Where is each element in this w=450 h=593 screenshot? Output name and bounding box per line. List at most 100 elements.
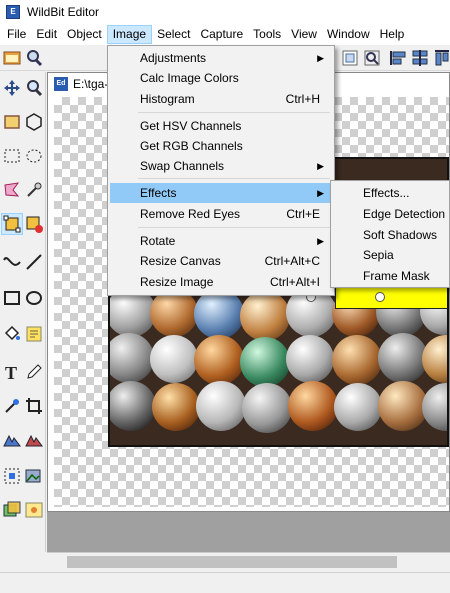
marble (240, 337, 290, 387)
marquee-rect-icon[interactable] (2, 146, 22, 166)
app-logo-icon: E (6, 5, 20, 19)
menu-bar: File Edit Object Image Select Capture To… (0, 24, 450, 45)
marble (422, 383, 447, 431)
svg-text:T: T (5, 363, 17, 382)
marble (240, 291, 290, 341)
marble (194, 289, 244, 339)
open-image-icon[interactable] (2, 48, 22, 68)
status-bar (0, 572, 450, 593)
menu-item-remove-red-eyes[interactable]: Remove Red Eyes Ctrl+E (110, 204, 332, 224)
eyedropper-icon[interactable] (2, 396, 22, 416)
submenu-arrow-icon: ▶ (317, 236, 324, 246)
marble (288, 381, 338, 431)
menu-image[interactable]: Image (106, 25, 153, 44)
clone-tool-icon[interactable] (2, 430, 22, 450)
move-tool-icon[interactable] (2, 78, 22, 98)
crop-tool-icon[interactable] (24, 396, 44, 416)
rect-select-icon[interactable] (2, 112, 22, 132)
curve-tool-icon[interactable] (2, 252, 22, 272)
align-center-icon[interactable] (410, 48, 430, 68)
marble (242, 383, 292, 433)
document-title: E:\tga- (73, 77, 109, 91)
zoom-icon[interactable] (24, 48, 44, 68)
magic-wand-icon[interactable] (24, 180, 44, 200)
submenu-arrow-icon: ▶ (317, 161, 324, 171)
image-menu-dropdown: Adjustments ▶ Calc Image Colors Histogra… (107, 45, 335, 296)
marble (196, 381, 246, 431)
crop-object-icon[interactable] (24, 214, 44, 234)
zoom-tool-icon[interactable] (24, 78, 44, 98)
menu-item-effects[interactable]: Effects ▶ (110, 183, 332, 203)
submenu-item-effects[interactable]: Effects... (333, 183, 447, 203)
layer-tool-icon[interactable] (2, 500, 22, 520)
marble (378, 333, 428, 383)
marble (150, 335, 198, 383)
marble (286, 335, 334, 383)
scrollbar-thumb[interactable] (67, 556, 397, 568)
menu-tools[interactable]: Tools (248, 25, 286, 44)
tool-palette: T (0, 72, 46, 552)
menu-separator (138, 112, 330, 113)
align-top-icon[interactable] (432, 48, 450, 68)
menu-object[interactable]: Object (62, 25, 107, 44)
capture-window-icon[interactable] (362, 48, 382, 68)
paint-bucket-icon[interactable] (2, 324, 22, 344)
effects-tool-icon[interactable] (24, 500, 44, 520)
marble (332, 335, 382, 385)
menu-separator (138, 178, 330, 179)
menu-item-resize-image[interactable]: Resize Image Ctrl+Alt+I (110, 272, 332, 292)
marble (110, 333, 154, 383)
submenu-item-edge-detection[interactable]: Edge Detection (333, 204, 447, 224)
select-object-icon[interactable] (1, 213, 23, 235)
submenu-item-frame-mask[interactable]: Frame Mask (333, 266, 447, 286)
wildbit-editor-window: E WildBit Editor File Edit Object Image … (0, 0, 450, 593)
marquee-ellipse-icon[interactable] (24, 146, 44, 166)
menu-item-adjustments[interactable]: Adjustments ▶ (110, 48, 332, 68)
submenu-item-soft-shadows[interactable]: Soft Shadows (333, 225, 447, 245)
screen-capture-icon[interactable] (2, 466, 22, 486)
menu-separator (138, 227, 330, 228)
horizontal-scrollbar[interactable] (47, 552, 450, 570)
menu-item-swap-channels[interactable]: Swap Channels ▶ (110, 156, 332, 176)
submenu-item-sepia[interactable]: Sepia (333, 245, 447, 265)
marble (150, 289, 198, 337)
lasso-icon[interactable] (2, 180, 22, 200)
menu-item-get-hsv-channels[interactable]: Get HSV Channels (110, 116, 332, 136)
marble (334, 383, 382, 431)
menu-file[interactable]: File (2, 25, 31, 44)
smudge-tool-icon[interactable] (24, 430, 44, 450)
menu-capture[interactable]: Capture (195, 25, 248, 44)
note-tool-icon[interactable] (24, 324, 44, 344)
ellipse-tool-icon[interactable] (24, 288, 44, 308)
menu-item-histogram[interactable]: Histogram Ctrl+H (110, 89, 332, 109)
capture-region-icon[interactable] (340, 48, 360, 68)
menu-item-calc-image-colors[interactable]: Calc Image Colors (110, 68, 332, 88)
pencil-tool-icon[interactable] (24, 362, 44, 382)
menu-edit[interactable]: Edit (31, 25, 62, 44)
menu-view[interactable]: View (286, 25, 322, 44)
polygon-icon[interactable] (24, 112, 44, 132)
marble (378, 381, 428, 431)
marble (194, 335, 244, 385)
menu-item-rotate[interactable]: Rotate ▶ (110, 231, 332, 251)
title-bar: E WildBit Editor (0, 0, 450, 24)
align-left-icon[interactable] (388, 48, 408, 68)
menu-window[interactable]: Window (322, 25, 375, 44)
effects-submenu: Effects... Edge Detection Soft Shadows S… (330, 180, 450, 288)
document-icon: Ed (54, 77, 68, 91)
submenu-arrow-icon: ▶ (317, 188, 324, 198)
image-insert-icon[interactable] (24, 466, 44, 486)
selection-handle[interactable] (375, 292, 385, 302)
text-tool-icon[interactable]: T (2, 362, 22, 383)
menu-item-resize-canvas[interactable]: Resize Canvas Ctrl+Alt+C (110, 251, 332, 271)
line-tool-icon[interactable] (24, 252, 44, 272)
menu-item-get-rgb-channels[interactable]: Get RGB Channels (110, 136, 332, 156)
menu-help[interactable]: Help (375, 25, 410, 44)
rectangle-tool-icon[interactable] (2, 288, 22, 308)
submenu-arrow-icon: ▶ (317, 53, 324, 63)
menu-select[interactable]: Select (152, 25, 195, 44)
marble (152, 383, 200, 431)
window-title: WildBit Editor (27, 5, 100, 19)
marble (110, 381, 156, 431)
marble (422, 335, 447, 383)
